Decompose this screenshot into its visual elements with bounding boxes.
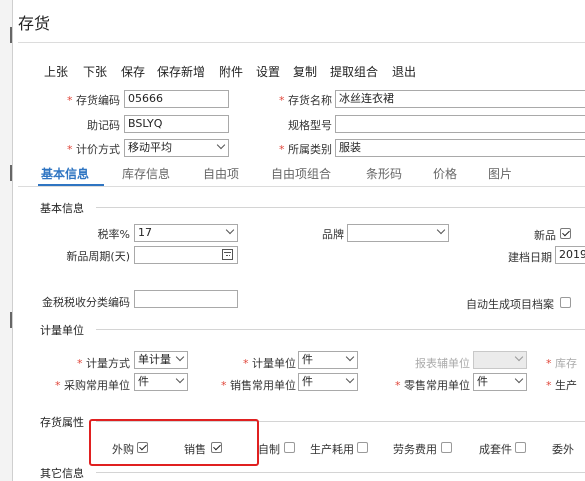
brand-select-value <box>347 224 449 242</box>
production-unit-label: * 生产 <box>546 379 577 392</box>
auto-project-checkbox[interactable] <box>560 297 571 308</box>
tab-inventory-info[interactable]: 库存信息 <box>122 165 170 182</box>
sales-unit-select[interactable]: 件 <box>298 373 358 391</box>
sales-unit-label: * 销售常用单位 <box>221 379 296 392</box>
tax-rate-select[interactable]: 17 <box>134 224 238 242</box>
attr-labor-cost-label: 劳务费用 <box>393 443 437 456</box>
purchase-unit-select[interactable]: 件 <box>134 373 188 391</box>
tab-image[interactable]: 图片 <box>488 165 512 182</box>
tab-free-items[interactable]: 自由项 <box>203 165 239 182</box>
toolbar-copy-button[interactable]: 复制 <box>293 63 317 80</box>
spec-label: 规格型号 <box>288 119 332 132</box>
background-window-edge <box>0 0 13 481</box>
category-label: * 所属类别 <box>279 143 332 156</box>
measure-unit-label: * 计量单位 <box>243 357 296 370</box>
attr-kit-checkbox[interactable] <box>515 442 526 453</box>
other-section-divider <box>96 472 585 473</box>
attr-production-use-label: 生产耗用 <box>310 443 354 456</box>
tax-code-input[interactable] <box>134 290 238 308</box>
title-divider <box>18 42 585 43</box>
toolbar-attachment-button[interactable]: 附件 <box>219 63 243 80</box>
pricing-select-value: 移动平均 <box>124 139 229 157</box>
measure-method-select[interactable]: 单计量 <box>134 351 188 369</box>
new-period-label: 新品周期(天) <box>66 250 130 263</box>
attr-production-use-checkbox[interactable] <box>357 442 368 453</box>
tab-price[interactable]: 价格 <box>433 165 457 182</box>
pricing-label: * 计价方式 <box>67 143 120 156</box>
mnemonic-label: 助记码 <box>87 119 120 132</box>
toolbar-save-button[interactable]: 保存 <box>121 63 145 80</box>
code-input[interactable]: 05666 <box>124 90 229 108</box>
attr-labor-cost-checkbox[interactable] <box>441 442 452 453</box>
tax-rate-value: 17 <box>134 224 238 242</box>
toolbar-save-new-button[interactable]: 保存新增 <box>157 63 205 80</box>
calendar-icon[interactable] <box>222 249 233 260</box>
attr-self-made-checkbox[interactable] <box>284 442 295 453</box>
name-label: * 存货名称 <box>279 94 332 107</box>
name-input[interactable]: 冰丝连衣裙 <box>335 90 585 108</box>
highlight-box <box>89 419 259 466</box>
tab-basic-info[interactable]: 基本信息 <box>41 165 89 182</box>
window-edge-mark <box>10 27 12 43</box>
stock-unit-label: * 库存 <box>546 357 577 370</box>
retail-unit-label: * 零售常用单位 <box>395 379 470 392</box>
toolbar-next-button[interactable]: 下张 <box>83 63 107 80</box>
created-date-input[interactable]: 2019 <box>555 246 585 264</box>
window-edge-mark <box>10 165 12 181</box>
created-date-label: 建档日期 <box>508 251 552 264</box>
toolbar-prev-button[interactable]: 上张 <box>44 63 68 80</box>
tax-rate-label: 税率% <box>97 228 130 241</box>
tab-barcode[interactable]: 条形码 <box>366 165 402 182</box>
toolbar-settings-button[interactable]: 设置 <box>256 63 280 80</box>
other-section-title: 其它信息 <box>40 467 84 480</box>
new-product-checkbox[interactable] <box>560 228 571 239</box>
purchase-unit-label: * 采购常用单位 <box>55 379 130 392</box>
measure-unit-select[interactable]: 件 <box>298 351 358 369</box>
new-product-label: 新品 <box>534 229 556 242</box>
spec-input[interactable] <box>335 115 585 133</box>
toolbar-exit-button[interactable]: 退出 <box>392 63 416 80</box>
attr-outsource-label: 委外 <box>552 443 574 456</box>
attr-kit-label: 成套件 <box>479 443 512 456</box>
active-tab-indicator <box>38 184 104 186</box>
tax-code-label: 金税税收分类编码 <box>42 296 130 309</box>
auto-project-label: 自动生成项目档案 <box>466 298 554 311</box>
tab-divider <box>18 186 585 187</box>
pricing-select[interactable]: 移动平均 <box>124 139 229 157</box>
window-edge-mark <box>10 312 12 328</box>
basic-section-title: 基本信息 <box>40 202 84 215</box>
toolbar-extract-combo-button[interactable]: 提取组合 <box>330 63 378 80</box>
report-unit-select <box>473 351 527 369</box>
report-unit-label: 报表辅单位 <box>415 357 470 370</box>
attributes-section-title: 存货属性 <box>40 416 84 429</box>
code-label: * 存货编码 <box>67 94 120 107</box>
retail-unit-select[interactable]: 件 <box>473 373 527 391</box>
measure-method-label: * 计量方式 <box>77 357 130 370</box>
units-section-divider <box>96 329 585 330</box>
tab-free-item-combo[interactable]: 自由项组合 <box>271 165 331 182</box>
brand-select[interactable] <box>347 224 449 242</box>
window-title: 存货 <box>18 14 51 33</box>
mnemonic-input[interactable]: BSLYQ <box>124 115 229 133</box>
category-input[interactable]: 服装 <box>335 139 585 157</box>
basic-section-divider <box>96 207 585 208</box>
units-section-title: 计量单位 <box>40 324 84 337</box>
brand-label: 品牌 <box>322 228 344 241</box>
